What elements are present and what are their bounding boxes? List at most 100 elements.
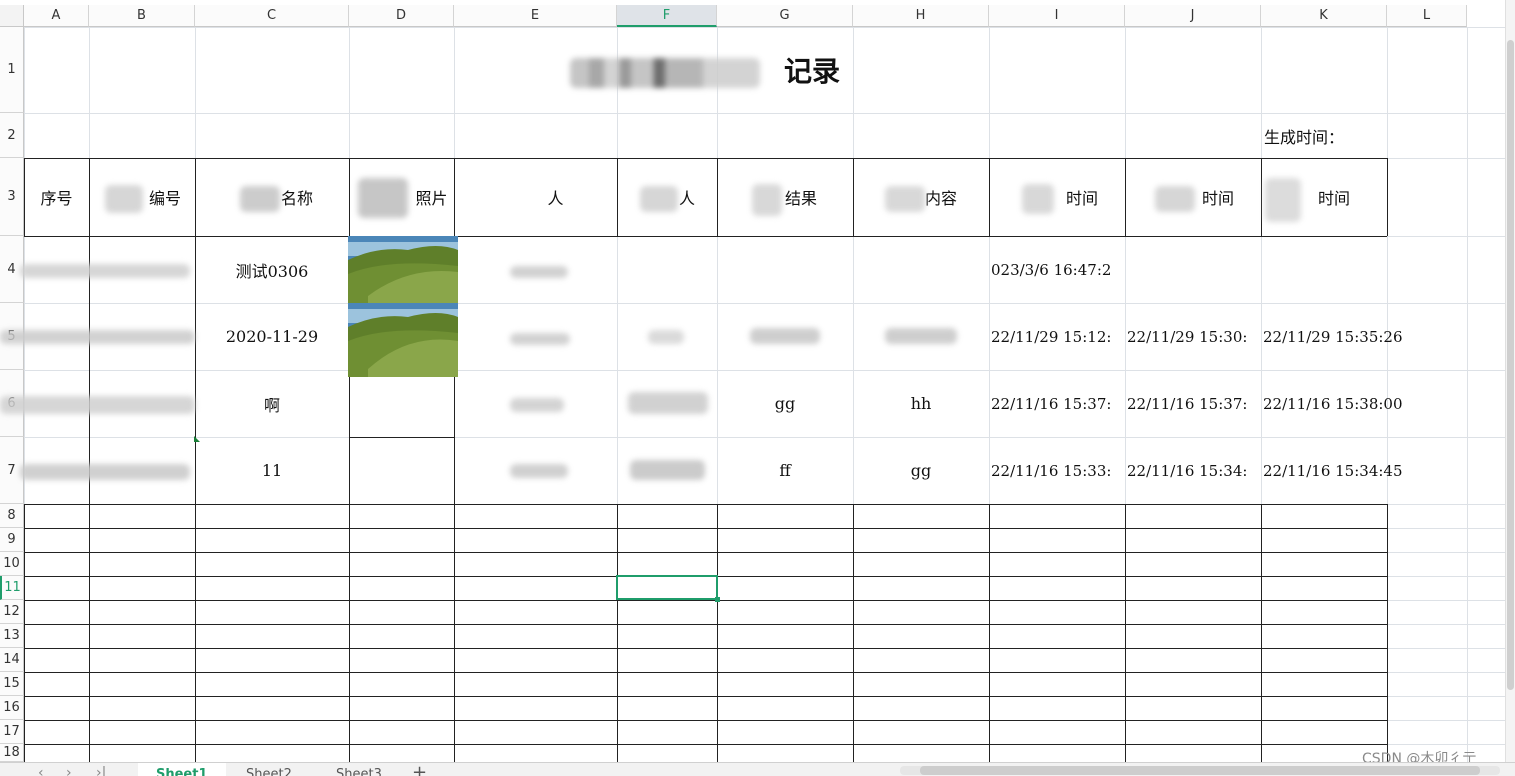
- table-border: [24, 696, 1387, 697]
- table-border: [1387, 504, 1388, 762]
- table-border: [717, 504, 718, 762]
- row-header-2[interactable]: 2: [0, 113, 24, 158]
- header-content-text: 内容: [924, 189, 957, 208]
- tab-sheet3[interactable]: Sheet3: [318, 763, 400, 776]
- horizontal-scrollbar[interactable]: [900, 766, 1500, 775]
- cell-i6[interactable]: 22/11/16 15:37:: [989, 370, 1125, 437]
- row5-photo[interactable]: [348, 303, 458, 377]
- redacted-header: [105, 185, 143, 213]
- column-header-i[interactable]: I: [989, 5, 1125, 27]
- cell-i4[interactable]: 023/3/6 16:47:2: [989, 236, 1125, 303]
- cell-h4[interactable]: [853, 236, 989, 303]
- table-border: [89, 504, 90, 762]
- cell-c5[interactable]: 2020-11-29: [195, 303, 349, 370]
- row-header-14[interactable]: 14: [0, 648, 24, 672]
- cell-h7[interactable]: gg: [853, 437, 989, 504]
- cell-k5[interactable]: 22/11/29 15:35:26: [1261, 303, 1421, 370]
- redacted-cell: [20, 264, 190, 278]
- header-cell-result[interactable]: 结果: [717, 158, 853, 236]
- column-header-k[interactable]: K: [1261, 5, 1387, 27]
- cell-h6[interactable]: hh: [853, 370, 989, 437]
- cell-k6[interactable]: 22/11/16 15:38:00: [1261, 370, 1421, 437]
- gridline: [1467, 27, 1468, 762]
- cell-j5[interactable]: 22/11/29 15:30:: [1125, 303, 1261, 370]
- cell-g6[interactable]: gg: [717, 370, 853, 437]
- column-header-b[interactable]: B: [89, 5, 195, 27]
- header-photo-text: 照片: [415, 189, 448, 208]
- column-header-j[interactable]: J: [1125, 5, 1261, 27]
- table-border: [617, 504, 618, 762]
- sheet-tab-bar: ‹ › ›| Sheet1 Sheet2 Sheet3 +: [0, 762, 1515, 776]
- header-number-text: 编号: [148, 189, 181, 208]
- row-header-3[interactable]: 3: [0, 158, 24, 236]
- redacted-header: [1155, 186, 1195, 212]
- vertical-scroll-thumb[interactable]: [1507, 40, 1514, 690]
- cell-i5[interactable]: 22/11/29 15:12:: [989, 303, 1125, 370]
- add-sheet-icon[interactable]: +: [412, 763, 427, 776]
- column-header-c[interactable]: C: [195, 5, 349, 27]
- table-border: [989, 504, 990, 762]
- redacted-cell: [628, 392, 708, 414]
- selected-cell-f11[interactable]: [616, 575, 720, 602]
- row-header-8[interactable]: 8: [0, 504, 24, 528]
- generated-time-label[interactable]: 生成时间：: [1262, 113, 1386, 158]
- vertical-scrollbar[interactable]: [1505, 0, 1515, 776]
- column-header-l[interactable]: L: [1387, 5, 1467, 27]
- row-header-12[interactable]: 12: [0, 600, 24, 624]
- horizontal-scroll-thumb[interactable]: [920, 766, 1480, 775]
- header-cell-time-i[interactable]: 时间: [989, 158, 1125, 236]
- row-header-15[interactable]: 15: [0, 672, 24, 696]
- row-header-10[interactable]: 10: [0, 552, 24, 576]
- row-header-16[interactable]: 16: [0, 696, 24, 720]
- redacted-cell: [510, 266, 568, 278]
- first-sheet-arrow-icon[interactable]: ‹: [38, 763, 44, 776]
- cell-k4[interactable]: [1261, 236, 1421, 303]
- header-name-text: 名称: [280, 189, 313, 208]
- table-border: [24, 600, 1387, 601]
- column-header-a[interactable]: A: [24, 5, 89, 27]
- row-header-1[interactable]: 1: [0, 27, 24, 113]
- redacted-cell: [510, 398, 564, 412]
- column-header-h[interactable]: H: [853, 5, 989, 27]
- row-header-17[interactable]: 17: [0, 720, 24, 744]
- row4-photo[interactable]: [348, 236, 458, 303]
- cell-k7[interactable]: 22/11/16 15:34:45: [1261, 437, 1421, 504]
- row-header-18[interactable]: 18: [0, 744, 24, 762]
- cell-g4[interactable]: [717, 236, 853, 303]
- column-header-d[interactable]: D: [349, 5, 454, 27]
- column-header-g[interactable]: G: [717, 5, 853, 27]
- redacted-header: [1265, 178, 1301, 222]
- spreadsheet[interactable]: ABCDEFGHIJKL 123456789101112131415161718…: [0, 0, 1515, 776]
- cell-j6[interactable]: 22/11/16 15:37:: [1125, 370, 1261, 437]
- prev-sheet-arrow-icon[interactable]: ›: [66, 763, 72, 776]
- redacted-header: [1022, 184, 1054, 214]
- header-cell-index[interactable]: 序号: [24, 158, 89, 236]
- redacted-cell: [20, 464, 190, 480]
- row-header-11[interactable]: 11: [0, 576, 24, 600]
- header-time-j-text: 时间: [1201, 189, 1234, 208]
- tab-sheet1[interactable]: Sheet1: [138, 763, 226, 776]
- column-header-e[interactable]: E: [454, 5, 617, 27]
- cell-c6[interactable]: 啊: [195, 370, 349, 437]
- header-cell-person-e[interactable]: 人: [454, 158, 617, 236]
- column-header-f[interactable]: F: [617, 5, 717, 27]
- cell-j4[interactable]: [1125, 236, 1261, 303]
- select-all-corner[interactable]: [0, 5, 24, 27]
- row-header-13[interactable]: 13: [0, 624, 24, 648]
- table-border: [24, 624, 1387, 625]
- tab-sheet2[interactable]: Sheet2: [228, 763, 310, 776]
- cell-c4[interactable]: 测试0306: [195, 236, 349, 303]
- last-sheet-arrow-icon[interactable]: ›|: [96, 763, 106, 776]
- cell-c7[interactable]: 11: [195, 437, 349, 504]
- header-time-k-text: 时间: [1317, 189, 1350, 208]
- redacted-cell: [510, 333, 570, 345]
- redacted-header: [752, 184, 782, 216]
- cell-i7[interactable]: 22/11/16 15:33:: [989, 437, 1125, 504]
- table-border: [195, 504, 196, 762]
- cell-j7[interactable]: 22/11/16 15:34:: [1125, 437, 1261, 504]
- table-border: [1261, 504, 1262, 762]
- table-border: [24, 672, 1387, 673]
- cell-g7[interactable]: ff: [717, 437, 853, 504]
- redacted-header: [358, 178, 408, 218]
- row-header-9[interactable]: 9: [0, 528, 24, 552]
